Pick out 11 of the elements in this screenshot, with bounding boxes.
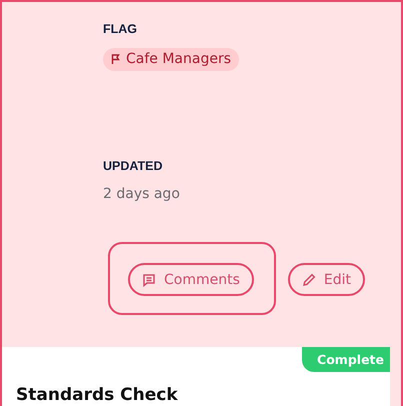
comment-icon [142, 272, 156, 286]
updated-text: 2 days ago [103, 186, 180, 202]
comments-button[interactable]: Comments [128, 263, 254, 296]
field-label: UPDATED [103, 159, 162, 173]
status-badge: Complete [302, 347, 390, 372]
flag-icon [111, 54, 121, 64]
edit-button[interactable]: Edit [288, 263, 365, 296]
pencil-icon [302, 272, 316, 286]
field-label: FLAG [103, 22, 138, 36]
card-title: Standards Check [16, 385, 178, 405]
flag-tag: Cafe Managers [103, 48, 240, 71]
